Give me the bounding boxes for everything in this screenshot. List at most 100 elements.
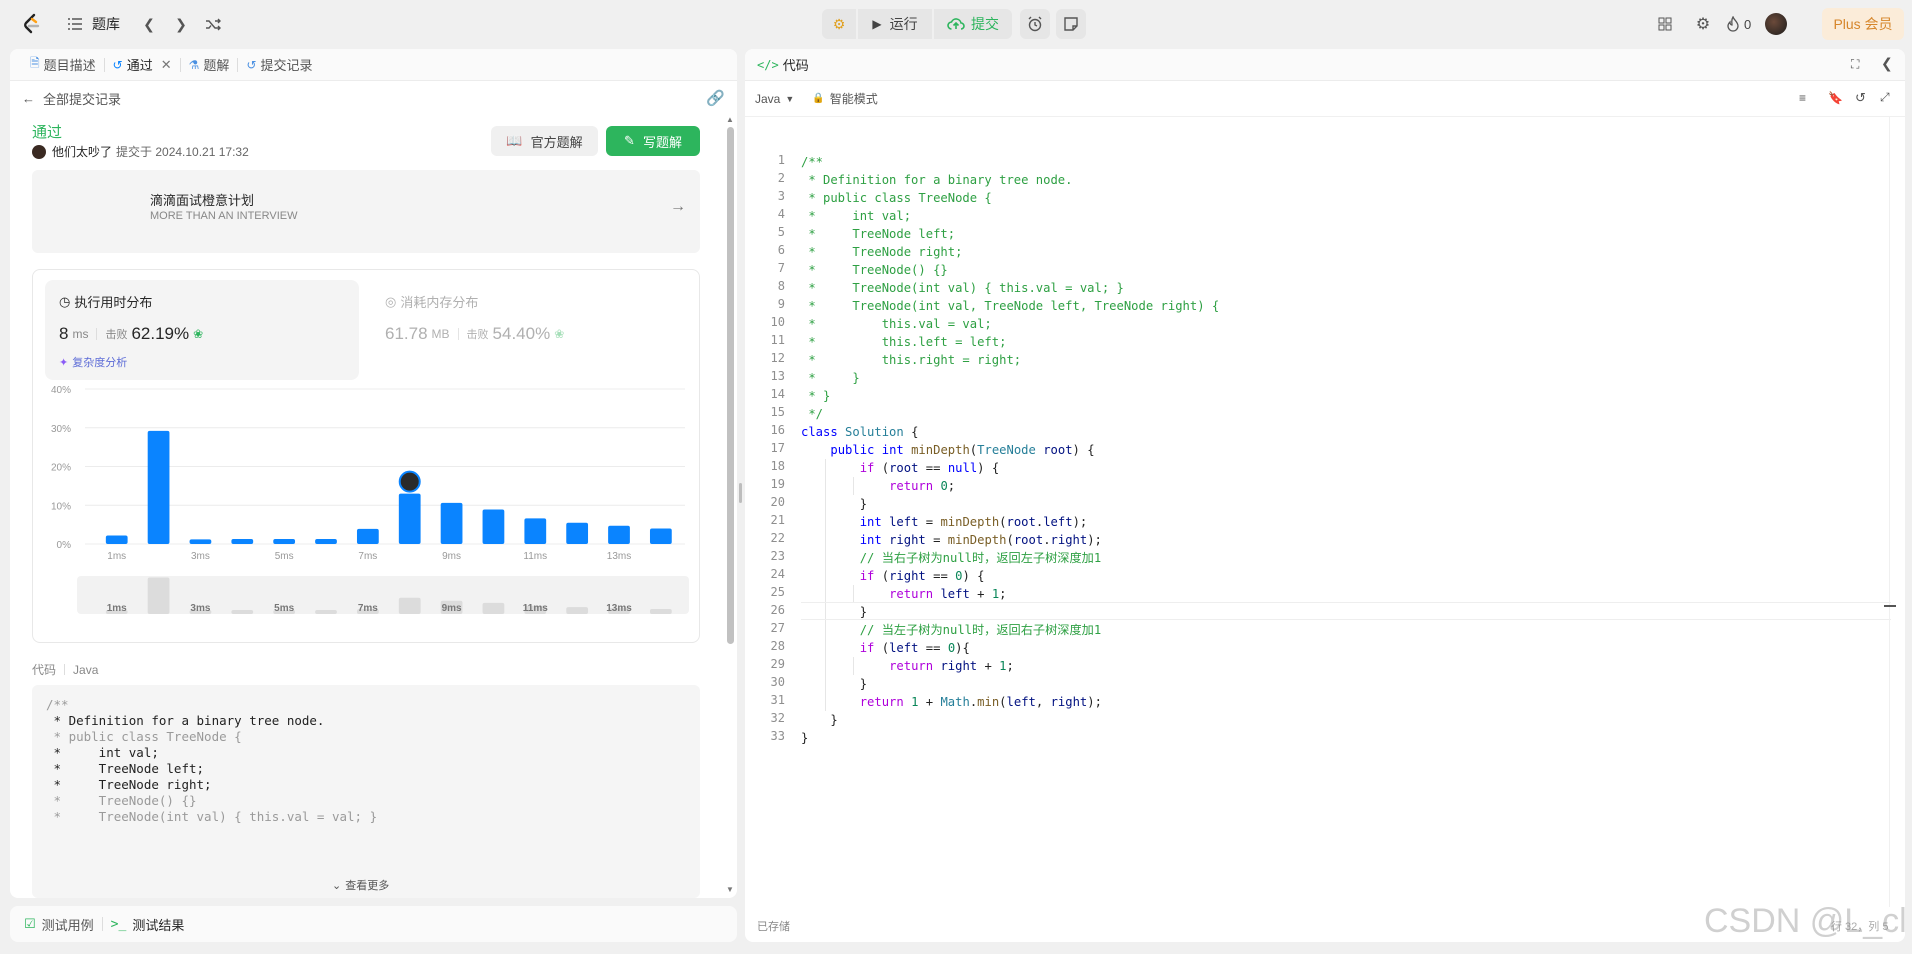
code-line[interactable]: } xyxy=(801,495,867,513)
scroll-down-icon[interactable]: ▼ xyxy=(726,885,734,894)
editor-scrollbar[interactable] xyxy=(1884,117,1901,907)
code-line[interactable]: // 当右子树为null时，返回左子树深度加1 xyxy=(801,549,1102,567)
line-number: 24 xyxy=(770,567,785,581)
code-editor[interactable]: 1 /** 2 * Definition for a binary tree nod… xyxy=(745,121,1905,901)
line-number: 7 xyxy=(777,261,785,275)
debug-button[interactable]: ⚙ xyxy=(822,9,856,39)
scroll-up-icon[interactable]: ▲ xyxy=(726,115,734,124)
submit-button[interactable]: 提交 xyxy=(934,9,1012,39)
code-line[interactable]: * Definition for a binary tree node. xyxy=(801,171,1072,189)
code-line[interactable]: } xyxy=(801,675,867,693)
code-line[interactable]: * TreeNode left; xyxy=(801,225,955,243)
code-line[interactable]: return right + 1; xyxy=(801,657,1014,675)
code-line[interactable]: * TreeNode right; xyxy=(801,243,962,261)
editor-tab-bar: </> 代码 ⛶ ❮ xyxy=(745,49,1905,81)
panel-resize-handle[interactable] xyxy=(739,483,742,503)
runtime-card[interactable]: ◷ 执行用时分布 8 ms 击败 62.19% ❀ ✦ 复杂度分析 xyxy=(45,280,359,380)
note-button[interactable] xyxy=(1056,9,1086,39)
smart-mode-toggle[interactable]: 🔒 智能模式 xyxy=(812,90,877,107)
left-scrollbar[interactable]: ▲ ▼ xyxy=(724,115,736,898)
language-select[interactable]: Java ▼ xyxy=(755,92,794,106)
tab-testcase[interactable]: ☑ 测试用例 xyxy=(24,915,94,934)
code-line[interactable]: return 1 + Math.min(left, right); xyxy=(801,693,1102,711)
overview-bar xyxy=(566,607,589,614)
code-line[interactable]: * TreeNode(int val, TreeNode left, TreeN… xyxy=(801,297,1219,315)
code-line[interactable]: * TreeNode() {} xyxy=(801,261,947,279)
tab-solutions[interactable]: ⚗ 题解 xyxy=(181,49,238,81)
code-line[interactable]: * } xyxy=(801,369,859,387)
back-to-submissions[interactable]: ← 全部提交记录 xyxy=(22,89,121,108)
tab-description[interactable]: 🗎 题目描述 xyxy=(22,49,104,81)
timer-button[interactable] xyxy=(1020,9,1050,39)
link-icon[interactable]: 🔗 xyxy=(706,89,725,107)
code-line[interactable]: } xyxy=(801,711,837,729)
fullscreen-icon[interactable]: ⛶ xyxy=(1851,57,1859,72)
code-line[interactable]: return left + 1; xyxy=(801,585,1006,603)
run-button[interactable]: ▶ 运行 xyxy=(858,9,932,39)
chevron-right-icon: ❯ xyxy=(175,15,187,32)
y-tick-label: 0% xyxy=(57,540,72,551)
problem-list-button[interactable]: 题库 xyxy=(66,14,120,34)
code-line[interactable]: * } xyxy=(801,387,830,405)
code-line[interactable]: * this.right = right; xyxy=(801,351,1021,369)
submission-meta: 他们太吵了 提交于 2024.10.21 17:32 xyxy=(32,143,249,160)
code-line[interactable]: public int minDepth(TreeNode root) { xyxy=(801,441,1094,459)
runtime-distribution-chart[interactable]: 40% 30% 20% 10% 0% 1ms 3ms 5ms 7ms 9ms 11ms 13ms 1ms… xyxy=(33,384,699,642)
show-more-button[interactable]: ⌄ 查看更多 xyxy=(332,877,389,893)
user-avatar[interactable] xyxy=(32,144,46,159)
leetcode-logo[interactable] xyxy=(20,12,44,36)
tab-test-result[interactable]: >_ 测试结果 xyxy=(111,915,185,934)
scroll-thumb[interactable] xyxy=(727,127,734,644)
code-line[interactable]: } xyxy=(801,729,808,747)
code-line[interactable]: * int val; xyxy=(801,207,911,225)
prev-problem-button[interactable]: ❮ xyxy=(136,11,162,37)
format-icon[interactable]: ≡ xyxy=(1799,91,1806,105)
code-line[interactable]: * public class TreeNode { xyxy=(801,189,991,207)
code-line[interactable]: /** xyxy=(801,153,823,171)
code-line[interactable]: if (root == null) { xyxy=(801,459,1000,477)
chart-bar xyxy=(566,522,589,544)
next-problem-button[interactable]: ❯ xyxy=(168,11,194,37)
promo-banner[interactable]: 滴滴面试橙意计划 MORE THAN AN INTERVIEW → xyxy=(32,170,700,253)
memory-card[interactable]: ◎ 消耗内存分布 61.78 MB 击败 54.40% ❀ xyxy=(371,280,685,380)
complexity-analysis-link[interactable]: ✦ 复杂度分析 xyxy=(59,354,127,370)
code-line[interactable]: int right = minDepth(root.right); xyxy=(801,531,1102,549)
code-line[interactable]: // 当左子树为null时，返回右子树深度加1 xyxy=(801,621,1102,639)
avatar[interactable] xyxy=(1765,13,1788,35)
code-line[interactable]: if (right == 0) { xyxy=(801,567,985,585)
write-solution-button[interactable]: ✎ 写题解 xyxy=(606,126,700,156)
plus-membership-button[interactable]: Plus 会员 xyxy=(1822,8,1904,40)
tab-accepted[interactable]: ↺ 通过 ✕ xyxy=(105,49,180,81)
expand-icon[interactable]: ⤢ xyxy=(1880,90,1890,105)
tab-divider xyxy=(101,917,103,931)
streak-counter[interactable]: 0 xyxy=(1726,9,1751,39)
reset-icon[interactable]: ↺ xyxy=(1855,90,1866,106)
line-number: 21 xyxy=(770,513,785,527)
layout-button[interactable] xyxy=(1650,9,1680,39)
collapse-icon[interactable]: ❮ xyxy=(1881,55,1893,72)
code-line[interactable]: if (left == 0){ xyxy=(801,639,970,657)
line-number: 3 xyxy=(777,189,785,203)
tab-submissions[interactable]: ↺ 提交记录 xyxy=(238,49,320,81)
settings-button[interactable]: ⚙ xyxy=(1688,9,1718,39)
problem-list-label: 题库 xyxy=(92,16,120,32)
code-line[interactable]: int left = minDepth(root.left); xyxy=(801,513,1088,531)
code-line[interactable]: * TreeNode(int val) { this.val = val; } xyxy=(801,279,1124,297)
official-solution-button[interactable]: 📖 官方题解 xyxy=(491,126,598,156)
code-line[interactable]: * this.val = val; xyxy=(801,315,991,333)
code-line[interactable]: * this.left = left; xyxy=(801,333,1006,351)
random-problem-button[interactable] xyxy=(200,11,226,37)
x-tick-label: 7ms xyxy=(358,551,377,562)
code-line[interactable]: */ xyxy=(801,405,823,423)
checkbox-icon: ☑ xyxy=(24,916,36,931)
line-number: 10 xyxy=(770,315,785,329)
line-number: 19 xyxy=(770,477,785,491)
code-line[interactable]: class Solution { xyxy=(801,423,918,441)
x-tick-label: 9ms xyxy=(442,551,461,562)
code-icon: </> xyxy=(757,57,779,72)
code-preview-line: * TreeNode left; xyxy=(46,761,205,776)
username[interactable]: 他们太吵了 xyxy=(52,143,112,160)
bookmark-icon[interactable]: 🔖 xyxy=(1828,91,1843,105)
line-number: 9 xyxy=(777,297,785,311)
close-icon[interactable]: ✕ xyxy=(161,57,172,73)
